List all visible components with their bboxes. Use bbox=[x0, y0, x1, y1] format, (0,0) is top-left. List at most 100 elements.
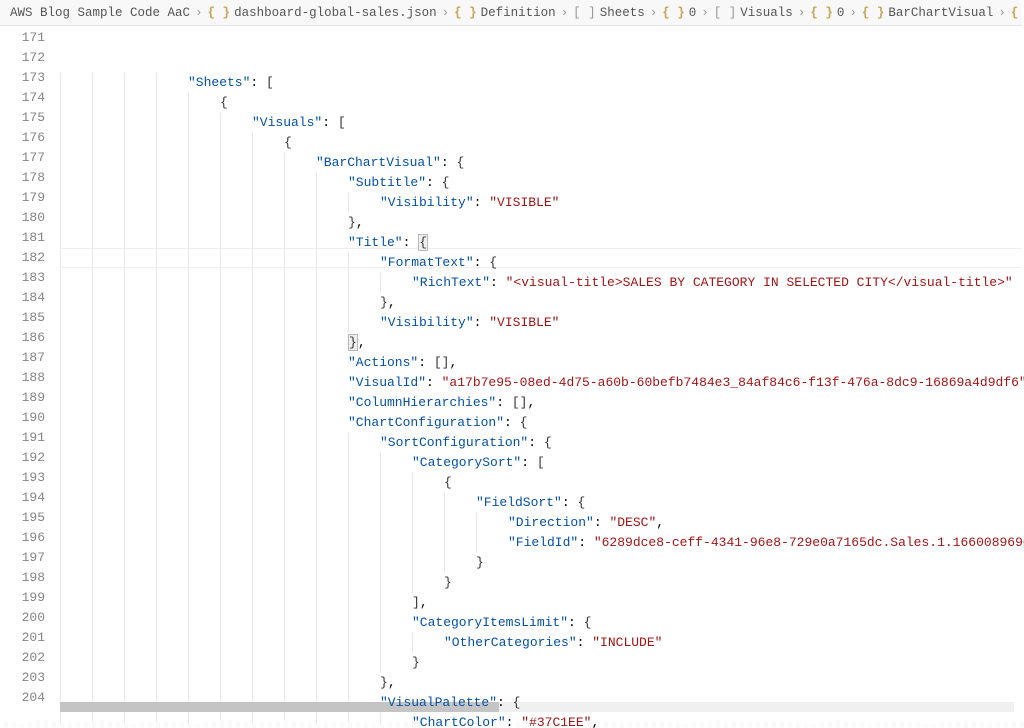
code-line[interactable]: "ColumnHierarchies": [], bbox=[60, 393, 1024, 413]
line-number: 178 bbox=[0, 168, 45, 188]
code-editor[interactable]: 1711721731741751761771781791801811821831… bbox=[0, 26, 1024, 728]
code-line[interactable]: "Visuals": [ bbox=[60, 113, 1024, 133]
line-number-gutter: 1711721731741751761771781791801811821831… bbox=[0, 26, 60, 728]
code-line[interactable]: "Title": { bbox=[60, 233, 1024, 253]
line-number: 177 bbox=[0, 148, 45, 168]
line-number: 193 bbox=[0, 468, 45, 488]
code-line[interactable]: "Direction": "DESC", bbox=[60, 513, 1024, 533]
code-line[interactable]: "ChartConfiguration": { bbox=[60, 413, 1024, 433]
line-number: 180 bbox=[0, 208, 45, 228]
code-line[interactable]: ], bbox=[60, 593, 1024, 613]
code-line[interactable]: "RichText": "<visual-title>SALES BY CATE… bbox=[60, 273, 1024, 293]
code-line[interactable]: }, bbox=[60, 213, 1024, 233]
line-number: 191 bbox=[0, 428, 45, 448]
line-number: 197 bbox=[0, 548, 45, 568]
line-number: 176 bbox=[0, 128, 45, 148]
chevron-right-icon: › bbox=[798, 6, 806, 20]
chevron-right-icon: › bbox=[650, 6, 658, 20]
matched-brace: { bbox=[418, 234, 428, 251]
code-line[interactable]: "BarChartVisual": { bbox=[60, 153, 1024, 173]
code-line[interactable]: "Visibility": "VISIBLE" bbox=[60, 193, 1024, 213]
breadcrumb-label: BarChartVisual bbox=[888, 6, 993, 20]
breadcrumb[interactable]: AWS Blog Sample Code AaC›{ }dashboard-gl… bbox=[0, 0, 1024, 26]
json-object-icon: { } bbox=[208, 6, 231, 20]
code-line[interactable]: } bbox=[60, 553, 1024, 573]
line-number: 181 bbox=[0, 228, 45, 248]
breadcrumb-label: Sheets bbox=[600, 6, 645, 20]
line-number: 201 bbox=[0, 628, 45, 648]
line-number: 188 bbox=[0, 368, 45, 388]
code-line[interactable]: }, bbox=[60, 673, 1024, 693]
code-line[interactable]: }, bbox=[60, 333, 1024, 353]
breadcrumb-label: dashboard-global-sales.json bbox=[234, 6, 437, 20]
line-number: 171 bbox=[0, 28, 45, 48]
code-line[interactable]: "Sheets": [ bbox=[60, 73, 1024, 93]
matched-brace: } bbox=[348, 334, 358, 351]
line-number: 192 bbox=[0, 448, 45, 468]
code-line[interactable]: "CategorySort": [ bbox=[60, 453, 1024, 473]
breadcrumb-item[interactable]: [ ]Visuals bbox=[714, 6, 793, 20]
breadcrumb-label: Visuals bbox=[740, 6, 793, 20]
breadcrumb-item[interactable]: { } 0 bbox=[662, 6, 696, 20]
code-line[interactable]: } bbox=[60, 653, 1024, 673]
line-number: 194 bbox=[0, 488, 45, 508]
chevron-right-icon: › bbox=[998, 6, 1006, 20]
code-line[interactable]: "OtherCategories": "INCLUDE" bbox=[60, 633, 1024, 653]
line-number: 179 bbox=[0, 188, 45, 208]
line-number: 199 bbox=[0, 588, 45, 608]
line-number: 174 bbox=[0, 88, 45, 108]
code-line[interactable]: "CategoryItemsLimit": { bbox=[60, 613, 1024, 633]
line-number: 204 bbox=[0, 688, 45, 708]
breadcrumb-label: AWS Blog Sample Code AaC bbox=[10, 6, 190, 20]
json-object-icon: { } bbox=[454, 6, 477, 20]
json-array-icon: [ ] bbox=[714, 6, 737, 20]
breadcrumb-label: Definition bbox=[481, 6, 556, 20]
code-line[interactable]: { bbox=[60, 93, 1024, 113]
chevron-right-icon: › bbox=[701, 6, 709, 20]
code-line[interactable]: "FormatText": { bbox=[60, 253, 1024, 273]
chevron-right-icon: › bbox=[442, 6, 450, 20]
line-number: 186 bbox=[0, 328, 45, 348]
json-array-icon: [ ] bbox=[573, 6, 596, 20]
line-number: 195 bbox=[0, 508, 45, 528]
code-line[interactable]: "Visibility": "VISIBLE" bbox=[60, 313, 1024, 333]
line-number: 190 bbox=[0, 408, 45, 428]
code-line[interactable]: } bbox=[60, 573, 1024, 593]
chevron-right-icon: › bbox=[849, 6, 857, 20]
breadcrumb-item[interactable]: AWS Blog Sample Code AaC bbox=[10, 6, 190, 20]
line-number: 198 bbox=[0, 568, 45, 588]
code-line[interactable]: }, bbox=[60, 293, 1024, 313]
code-line[interactable]: "SortConfiguration": { bbox=[60, 433, 1024, 453]
breadcrumb-label: 0 bbox=[689, 6, 697, 20]
line-number: 187 bbox=[0, 348, 45, 368]
json-object-icon: { } bbox=[862, 6, 885, 20]
json-object-icon: { } bbox=[662, 6, 685, 20]
code-line[interactable]: "Actions": [], bbox=[60, 353, 1024, 373]
line-number: 183 bbox=[0, 268, 45, 288]
line-number: 202 bbox=[0, 648, 45, 668]
code-line[interactable]: { bbox=[60, 133, 1024, 153]
code-line[interactable]: "FieldSort": { bbox=[60, 493, 1024, 513]
line-number: 203 bbox=[0, 668, 45, 688]
chevron-right-icon: › bbox=[195, 6, 203, 20]
breadcrumb-item[interactable]: { }BarChartVisual bbox=[862, 6, 994, 20]
code-line[interactable]: "Subtitle": { bbox=[60, 173, 1024, 193]
chevron-right-icon: › bbox=[561, 6, 569, 20]
breadcrumb-item[interactable]: [ ] Sheets bbox=[573, 6, 645, 20]
line-number: 200 bbox=[0, 608, 45, 628]
line-number: 196 bbox=[0, 528, 45, 548]
breadcrumb-item[interactable]: { }dashboard-global-sales.json bbox=[208, 6, 437, 20]
code-line[interactable]: "VisualId": "a17b7e95-08ed-4d75-a60b-60b… bbox=[60, 373, 1024, 393]
code-area[interactable]: "Sheets": [{"Visuals": [{"BarChartVisual… bbox=[60, 26, 1024, 728]
line-number: 173 bbox=[0, 68, 45, 88]
breadcrumb-label: 0 bbox=[837, 6, 845, 20]
code-line[interactable]: "FieldId": "6289dce8-ceff-4341-96e8-729e… bbox=[60, 533, 1024, 553]
line-number: 189 bbox=[0, 388, 45, 408]
json-object-icon: { } bbox=[810, 6, 833, 20]
breadcrumb-item[interactable]: { } 0 bbox=[810, 6, 844, 20]
line-number: 184 bbox=[0, 288, 45, 308]
line-number: 185 bbox=[0, 308, 45, 328]
code-line[interactable]: { bbox=[60, 473, 1024, 493]
line-number: 175 bbox=[0, 108, 45, 128]
breadcrumb-item[interactable]: { } Definition bbox=[454, 6, 556, 20]
